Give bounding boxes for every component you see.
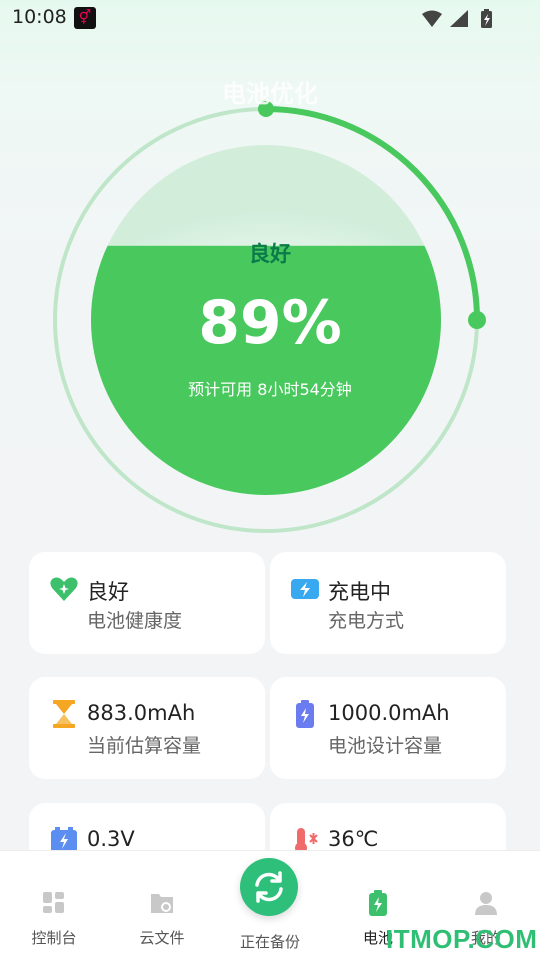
card-value: 良好: [87, 580, 129, 604]
backup-sync-button[interactable]: [240, 858, 298, 916]
hourglass-icon: [53, 700, 75, 728]
watermark: ITMOP.COM: [386, 924, 538, 954]
battery-health-status: 良好: [249, 242, 291, 266]
card-value: 0.3V: [87, 827, 135, 851]
wifi-icon: [422, 10, 442, 27]
card-value: 1000.0mAh: [328, 701, 450, 725]
nav-label: 云文件: [139, 929, 185, 947]
card-label: 电池健康度: [87, 610, 183, 632]
nav-label: 正在备份: [239, 933, 300, 951]
battery-status-icon: [481, 9, 492, 28]
nav-label: 控制台: [31, 929, 77, 947]
card-value: 36℃: [328, 827, 379, 851]
status-time: 10:08: [12, 6, 67, 28]
status-bar: 10:08 ⚥: [0, 0, 540, 36]
card-battery-health[interactable]: 良好 电池健康度: [29, 552, 265, 654]
profile-icon: [475, 892, 497, 915]
card-design-capacity[interactable]: 1000.0mAh 电池设计容量: [270, 677, 506, 779]
charging-icon: [291, 579, 319, 599]
card-charging-mode[interactable]: 充电中 充电方式: [270, 552, 506, 654]
nav-item-dashboard[interactable]: 控制台: [0, 889, 108, 948]
dashboard-icon: [43, 892, 64, 913]
card-value: 充电中: [328, 580, 391, 604]
heart-icon: [50, 577, 78, 601]
card-label: 充电方式: [328, 610, 405, 632]
signal-icon: [450, 10, 468, 27]
battery-nav-icon: [369, 890, 387, 916]
nav-item-cloud-files[interactable]: 云文件: [108, 889, 216, 948]
card-value: 883.0mAh: [87, 701, 196, 725]
battery-icon: [296, 700, 314, 728]
cloud-folder-icon: [151, 894, 173, 913]
card-label: 电池设计容量: [328, 735, 443, 757]
notification-app-icon: ⚥: [74, 7, 96, 29]
status-icons: [420, 8, 500, 34]
remaining-time-estimate: 预计可用 8小时54分钟: [188, 380, 352, 399]
nav-item-backup[interactable]: 正在备份: [216, 931, 324, 952]
battery-percent: 89%: [198, 288, 342, 358]
gauge-title: 电池优化: [222, 80, 318, 108]
sync-icon: [255, 871, 283, 903]
card-label: 当前估算容量: [87, 735, 202, 757]
card-estimated-capacity[interactable]: 883.0mAh 当前估算容量: [29, 677, 265, 779]
